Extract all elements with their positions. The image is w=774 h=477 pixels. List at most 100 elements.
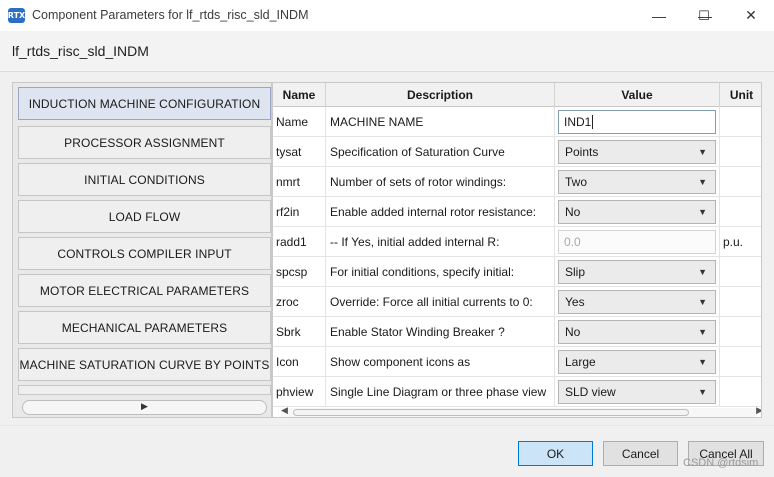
param-name: spcsp — [273, 257, 326, 287]
select-value: SLD view — [565, 385, 616, 399]
nav-horizontal-scrollbar[interactable]: ▶ — [22, 400, 267, 415]
table-header: Name Description Value Unit — [273, 83, 761, 107]
param-name: Icon — [273, 347, 326, 377]
chevron-down-icon: ▼ — [698, 147, 707, 157]
param-name: Sbrk — [273, 317, 326, 347]
scrollbar-thumb[interactable] — [293, 409, 689, 416]
nav-initial-conditions[interactable]: INITIAL CONDITIONS — [18, 163, 271, 196]
chevron-down-icon: ▼ — [698, 357, 707, 367]
value-cell: 0.0 — [555, 227, 720, 257]
sbrk-select[interactable]: No ▼ — [558, 320, 716, 344]
param-unit — [720, 287, 761, 317]
chevron-down-icon: ▼ — [698, 207, 707, 217]
chevron-down-icon: ▼ — [698, 387, 707, 397]
select-value: No — [565, 205, 581, 219]
value-cell: No ▼ — [555, 197, 720, 227]
param-unit — [720, 167, 761, 197]
machine-name-input[interactable]: IND1 — [558, 110, 716, 134]
nav-next-item-partial[interactable] — [18, 385, 271, 395]
header-unit[interactable]: Unit — [720, 83, 761, 107]
param-name: Name — [273, 107, 326, 137]
maximize-button[interactable]: ☐ — [682, 0, 726, 31]
nav-controls-compiler-input[interactable]: CONTROLS COMPILER INPUT — [18, 237, 271, 270]
param-name: phview — [273, 377, 326, 407]
ok-button[interactable]: OK — [518, 441, 593, 466]
param-description: Enable added internal rotor resistance: — [326, 197, 555, 227]
watermark: CSDN @rtdsim — [683, 457, 759, 469]
table-row: Name MACHINE NAME IND1 — [273, 107, 761, 137]
chevron-down-icon: ▼ — [698, 267, 707, 277]
table-row: radd1 -- If Yes, initial added internal … — [273, 227, 761, 257]
icon-size-select[interactable]: Large ▼ — [558, 350, 716, 374]
radd1-input-disabled: 0.0 — [558, 230, 716, 254]
maximize-icon: ☐ — [698, 7, 710, 23]
nav-mechanical-parameters[interactable]: MECHANICAL PARAMETERS — [18, 311, 271, 344]
scroll-right-arrow-icon[interactable]: ▶ — [141, 401, 148, 412]
minimize-line-icon: — — [652, 7, 666, 24]
param-description: MACHINE NAME — [326, 107, 555, 137]
chevron-down-icon: ▼ — [698, 327, 707, 337]
text-caret — [592, 115, 594, 129]
param-unit — [720, 377, 761, 407]
param-description: For initial conditions, specify initial: — [326, 257, 555, 287]
table-horizontal-scrollbar[interactable]: ◀ ▶ — [281, 405, 761, 417]
nav-induction-machine-configuration[interactable]: INDUCTION MACHINE CONFIGURATION — [18, 87, 271, 120]
param-name: tysat — [273, 137, 326, 167]
param-unit: p.u. — [723, 235, 744, 249]
rtds-app-icon: RTX — [8, 8, 25, 23]
param-name: zroc — [273, 287, 326, 317]
param-description: Show component icons as — [326, 347, 555, 377]
param-description: Single Line Diagram or three phase view — [326, 377, 555, 407]
zroc-select[interactable]: Yes ▼ — [558, 290, 716, 314]
tysat-select[interactable]: Points ▼ — [558, 140, 716, 164]
param-unit — [720, 257, 761, 287]
chevron-down-icon: ▼ — [698, 297, 707, 307]
scroll-left-arrow-icon[interactable]: ◀ — [281, 405, 288, 416]
section-nav: INDUCTION MACHINE CONFIGURATION PROCESSO… — [12, 82, 272, 418]
value-cell: Points ▼ — [555, 137, 720, 167]
param-description: Specification of Saturation Curve — [326, 137, 555, 167]
select-value: No — [565, 325, 581, 339]
nav-load-flow[interactable]: LOAD FLOW — [18, 200, 271, 233]
header-value[interactable]: Value — [555, 83, 720, 107]
param-unit — [720, 137, 761, 167]
header-description[interactable]: Description — [326, 83, 555, 107]
value-cell: Two ▼ — [555, 167, 720, 197]
spcsp-select[interactable]: Slip ▼ — [558, 260, 716, 284]
table-row: rf2in Enable added internal rotor resist… — [273, 197, 761, 227]
machine-name-value: IND1 — [564, 115, 592, 129]
select-value: Two — [565, 175, 588, 189]
param-description: Number of sets of rotor windings: — [326, 167, 555, 197]
phview-select[interactable]: SLD view ▼ — [558, 380, 716, 404]
scroll-right-arrow-icon[interactable]: ▶ — [756, 405, 761, 416]
table-row: phview Single Line Diagram or three phas… — [273, 377, 761, 407]
select-value: Points — [565, 145, 599, 159]
close-window-button[interactable]: ✕ — [728, 0, 774, 31]
table-row: spcsp For initial conditions, specify in… — [273, 257, 761, 287]
value-cell: Yes ▼ — [555, 287, 720, 317]
nav-processor-assignment[interactable]: PROCESSOR ASSIGNMENT — [18, 126, 271, 159]
select-value: Slip — [565, 265, 586, 279]
nav-machine-saturation-curve[interactable]: MACHINE SATURATION CURVE BY POINTS — [18, 348, 271, 381]
param-description: -- If Yes, initial added internal R: — [326, 227, 555, 257]
table-row: Sbrk Enable Stator Winding Breaker ? No ▼ — [273, 317, 761, 347]
table-row: tysat Specification of Saturation Curve … — [273, 137, 761, 167]
param-unit — [720, 317, 761, 347]
value-cell: No ▼ — [555, 317, 720, 347]
nmrt-select[interactable]: Two ▼ — [558, 170, 716, 194]
nav-motor-electrical-parameters[interactable]: MOTOR ELECTRICAL PARAMETERS — [18, 274, 271, 307]
param-description: Enable Stator Winding Breaker ? — [326, 317, 555, 347]
rf2in-select[interactable]: No ▼ — [558, 200, 716, 224]
param-name: nmrt — [273, 167, 326, 197]
component-name: lf_rtds_risc_sld_INDM — [12, 43, 149, 59]
minimize-window-button[interactable]: — — [636, 0, 682, 31]
close-icon: ✕ — [745, 7, 757, 23]
header-name[interactable]: Name — [273, 83, 326, 107]
cancel-button[interactable]: Cancel — [603, 441, 678, 466]
param-unit — [720, 197, 761, 227]
param-description: Override: Force all initial currents to … — [326, 287, 555, 317]
parameters-table: Name Description Value Unit Name MACHINE… — [272, 82, 762, 418]
divider — [0, 425, 774, 426]
select-value: Yes — [565, 295, 585, 309]
radd1-value: 0.0 — [564, 235, 581, 249]
